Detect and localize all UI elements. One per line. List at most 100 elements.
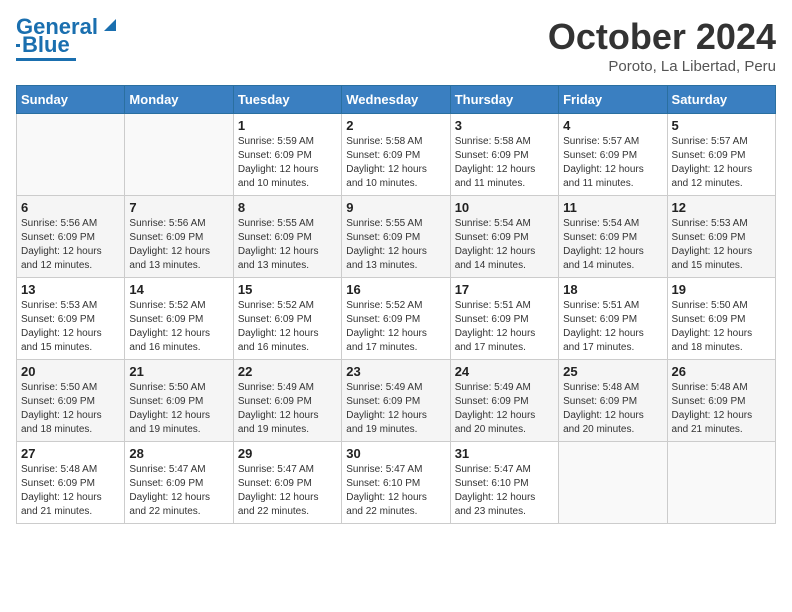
day-info: Sunrise: 5:55 AM Sunset: 6:09 PM Dayligh… <box>346 217 445 273</box>
calendar-cell: 14Sunrise: 5:52 AM Sunset: 6:09 PM Dayli… <box>125 278 233 360</box>
header-cell-tuesday: Tuesday <box>233 86 341 114</box>
day-number: 15 <box>238 282 337 297</box>
calendar-cell: 17Sunrise: 5:51 AM Sunset: 6:09 PM Dayli… <box>450 278 558 360</box>
day-info: Sunrise: 5:48 AM Sunset: 6:09 PM Dayligh… <box>672 381 771 437</box>
location: Poroto, La Libertad, Peru <box>548 58 776 75</box>
day-info: Sunrise: 5:50 AM Sunset: 6:09 PM Dayligh… <box>129 381 228 437</box>
day-number: 17 <box>455 282 554 297</box>
day-number: 27 <box>21 446 120 461</box>
day-info: Sunrise: 5:49 AM Sunset: 6:09 PM Dayligh… <box>238 381 337 437</box>
day-number: 30 <box>346 446 445 461</box>
day-number: 19 <box>672 282 771 297</box>
day-number: 5 <box>672 118 771 133</box>
day-info: Sunrise: 5:51 AM Sunset: 6:09 PM Dayligh… <box>563 299 662 355</box>
day-info: Sunrise: 5:57 AM Sunset: 6:09 PM Dayligh… <box>563 135 662 191</box>
calendar-cell: 18 Sunrise: 5:51 AM Sunset: 6:09 PM Dayli… <box>559 278 667 360</box>
day-number: 8 <box>238 200 337 215</box>
title-section: October 2024 Poroto, La Libertad, Peru <box>548 16 776 75</box>
day-info: Sunrise: 5:52 AM Sunset: 6:09 PM Dayligh… <box>238 299 337 355</box>
calendar-body: 1 Sunrise: 5:59 AM Sunset: 6:09 PM Daylig… <box>17 114 776 524</box>
calendar-cell <box>125 114 233 196</box>
day-info: Sunrise: 5:58 AM Sunset: 6:09 PM Dayligh… <box>455 135 554 191</box>
day-number: 1 <box>238 118 337 133</box>
header-cell-wednesday: Wednesday <box>342 86 450 114</box>
calendar-cell: 5Sunrise: 5:57 AM Sunset: 6:09 PM Daylig… <box>667 114 775 196</box>
calendar-cell: 16 Sunrise: 5:52 AM Sunset: 6:09 PM Dayli… <box>342 278 450 360</box>
day-info: Sunrise: 5:59 AM Sunset: 6:09 PM Dayligh… <box>238 135 337 191</box>
page-header: General Blue October 2024 Poroto, La Lib… <box>16 16 776 75</box>
day-number: 6 <box>21 200 120 215</box>
calendar-cell: 10 Sunrise: 5:54 AM Sunset: 6:09 PM Dayli… <box>450 196 558 278</box>
day-info: Sunrise: 5:47 AM Sunset: 6:10 PM Dayligh… <box>346 463 445 519</box>
day-number: 2 <box>346 118 445 133</box>
day-number: 18 <box>563 282 662 297</box>
calendar-cell: 19Sunrise: 5:50 AM Sunset: 6:09 PM Dayli… <box>667 278 775 360</box>
day-number: 10 <box>455 200 554 215</box>
day-info: Sunrise: 5:58 AM Sunset: 6:09 PM Dayligh… <box>346 135 445 191</box>
calendar-cell: 9 Sunrise: 5:55 AM Sunset: 6:09 PM Daylig… <box>342 196 450 278</box>
day-number: 3 <box>455 118 554 133</box>
day-number: 29 <box>238 446 337 461</box>
week-row-2: 6 Sunrise: 5:56 AM Sunset: 6:09 PM Daylig… <box>17 196 776 278</box>
calendar-cell: 29Sunrise: 5:47 AM Sunset: 6:09 PM Dayli… <box>233 442 341 524</box>
day-number: 12 <box>672 200 771 215</box>
calendar-cell: 3 Sunrise: 5:58 AM Sunset: 6:09 PM Daylig… <box>450 114 558 196</box>
calendar-header: SundayMondayTuesdayWednesdayThursdayFrid… <box>17 86 776 114</box>
day-info: Sunrise: 5:53 AM Sunset: 6:09 PM Dayligh… <box>672 217 771 273</box>
calendar-cell: 1 Sunrise: 5:59 AM Sunset: 6:09 PM Daylig… <box>233 114 341 196</box>
day-number: 31 <box>455 446 554 461</box>
calendar-cell: 20Sunrise: 5:50 AM Sunset: 6:09 PM Dayli… <box>17 360 125 442</box>
calendar-cell: 30 Sunrise: 5:47 AM Sunset: 6:10 PM Dayli… <box>342 442 450 524</box>
calendar-cell: 31 Sunrise: 5:47 AM Sunset: 6:10 PM Dayli… <box>450 442 558 524</box>
logo-icon <box>100 15 120 35</box>
day-info: Sunrise: 5:47 AM Sunset: 6:10 PM Dayligh… <box>455 463 554 519</box>
month-title: October 2024 <box>548 16 776 58</box>
calendar-cell: 23Sunrise: 5:49 AM Sunset: 6:09 PM Dayli… <box>342 360 450 442</box>
day-number: 13 <box>21 282 120 297</box>
day-info: Sunrise: 5:55 AM Sunset: 6:09 PM Dayligh… <box>238 217 337 273</box>
week-row-3: 13Sunrise: 5:53 AM Sunset: 6:09 PM Dayli… <box>17 278 776 360</box>
calendar-cell: 4Sunrise: 5:57 AM Sunset: 6:09 PM Daylig… <box>559 114 667 196</box>
day-number: 22 <box>238 364 337 379</box>
calendar-cell: 21 Sunrise: 5:50 AM Sunset: 6:09 PM Dayli… <box>125 360 233 442</box>
calendar-cell <box>667 442 775 524</box>
calendar-cell: 22 Sunrise: 5:49 AM Sunset: 6:09 PM Dayli… <box>233 360 341 442</box>
calendar-cell: 8 Sunrise: 5:55 AM Sunset: 6:09 PM Daylig… <box>233 196 341 278</box>
calendar-cell: 25 Sunrise: 5:48 AM Sunset: 6:09 PM Dayli… <box>559 360 667 442</box>
calendar-cell: 27Sunrise: 5:48 AM Sunset: 6:09 PM Dayli… <box>17 442 125 524</box>
day-info: Sunrise: 5:54 AM Sunset: 6:09 PM Dayligh… <box>455 217 554 273</box>
calendar-cell: 28 Sunrise: 5:47 AM Sunset: 6:09 PM Dayli… <box>125 442 233 524</box>
calendar-cell: 15 Sunrise: 5:52 AM Sunset: 6:09 PM Dayli… <box>233 278 341 360</box>
day-number: 25 <box>563 364 662 379</box>
day-info: Sunrise: 5:49 AM Sunset: 6:09 PM Dayligh… <box>455 381 554 437</box>
day-number: 28 <box>129 446 228 461</box>
day-info: Sunrise: 5:49 AM Sunset: 6:09 PM Dayligh… <box>346 381 445 437</box>
week-row-5: 27Sunrise: 5:48 AM Sunset: 6:09 PM Dayli… <box>17 442 776 524</box>
day-info: Sunrise: 5:56 AM Sunset: 6:09 PM Dayligh… <box>129 217 228 273</box>
day-number: 21 <box>129 364 228 379</box>
header-row: SundayMondayTuesdayWednesdayThursdayFrid… <box>17 86 776 114</box>
week-row-1: 1 Sunrise: 5:59 AM Sunset: 6:09 PM Daylig… <box>17 114 776 196</box>
day-info: Sunrise: 5:48 AM Sunset: 6:09 PM Dayligh… <box>563 381 662 437</box>
day-number: 26 <box>672 364 771 379</box>
calendar-cell: 7Sunrise: 5:56 AM Sunset: 6:09 PM Daylig… <box>125 196 233 278</box>
calendar-cell: 26 Sunrise: 5:48 AM Sunset: 6:09 PM Dayli… <box>667 360 775 442</box>
calendar-cell: 6 Sunrise: 5:56 AM Sunset: 6:09 PM Daylig… <box>17 196 125 278</box>
day-info: Sunrise: 5:50 AM Sunset: 6:09 PM Dayligh… <box>21 381 120 437</box>
day-info: Sunrise: 5:52 AM Sunset: 6:09 PM Dayligh… <box>346 299 445 355</box>
day-info: Sunrise: 5:56 AM Sunset: 6:09 PM Dayligh… <box>21 217 120 273</box>
calendar-cell: 24Sunrise: 5:49 AM Sunset: 6:09 PM Dayli… <box>450 360 558 442</box>
header-cell-saturday: Saturday <box>667 86 775 114</box>
header-cell-friday: Friday <box>559 86 667 114</box>
header-cell-monday: Monday <box>125 86 233 114</box>
day-number: 11 <box>563 200 662 215</box>
calendar-cell: 12 Sunrise: 5:53 AM Sunset: 6:09 PM Dayli… <box>667 196 775 278</box>
calendar-cell: 2 Sunrise: 5:58 AM Sunset: 6:09 PM Daylig… <box>342 114 450 196</box>
day-number: 16 <box>346 282 445 297</box>
logo-text2: Blue <box>22 34 70 56</box>
day-number: 9 <box>346 200 445 215</box>
day-number: 14 <box>129 282 228 297</box>
day-info: Sunrise: 5:47 AM Sunset: 6:09 PM Dayligh… <box>129 463 228 519</box>
calendar-cell <box>17 114 125 196</box>
calendar-cell: 11Sunrise: 5:54 AM Sunset: 6:09 PM Dayli… <box>559 196 667 278</box>
